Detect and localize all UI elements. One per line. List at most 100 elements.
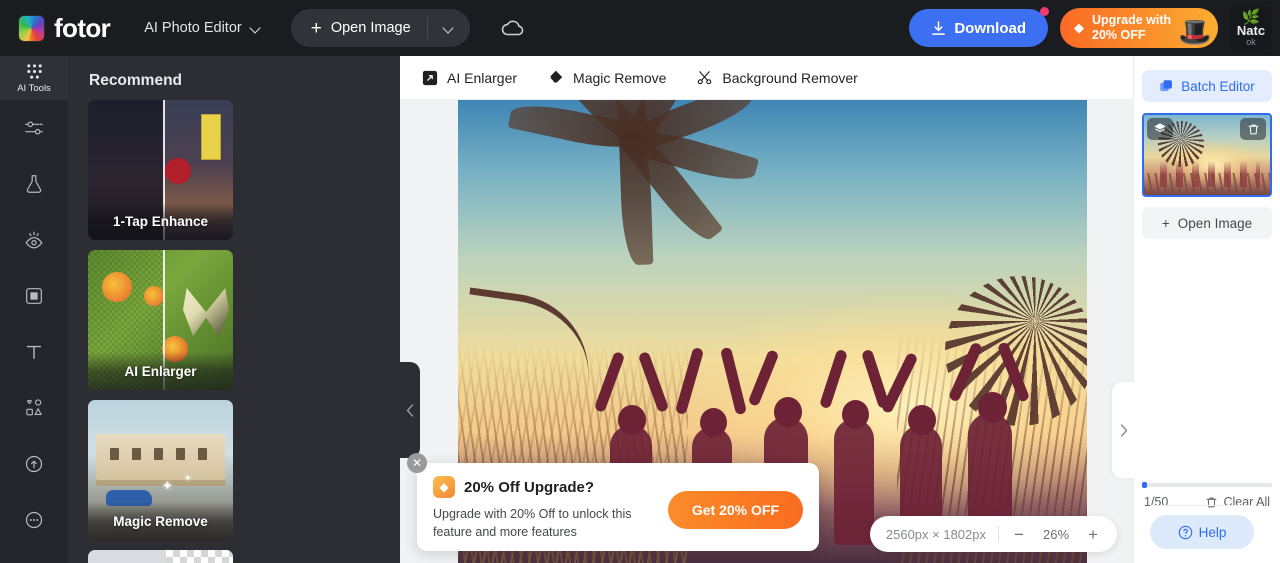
tool-label: Background Remover — [722, 69, 858, 86]
cloud-icon[interactable] — [500, 19, 526, 37]
help-button[interactable]: Help — [1150, 505, 1254, 549]
close-icon[interactable]: ✕ — [407, 453, 427, 473]
leaf-avatar-icon: 🌿 — [1241, 8, 1261, 26]
sidebar-item-upload[interactable] — [0, 436, 68, 492]
collapse-left-panel-handle[interactable] — [400, 362, 420, 458]
account-avatar[interactable]: 🌿 Natc ok — [1230, 6, 1272, 50]
layers-icon[interactable] — [1147, 118, 1173, 140]
upgrade-promo-popup: ✕ ◆ 20% Off Upgrade? Upgrade with 20% Of… — [407, 453, 819, 551]
account-name: Natc — [1236, 22, 1266, 38]
open-image-button-panel[interactable]: + Open Image — [1142, 207, 1272, 239]
dancer-head — [700, 408, 727, 437]
download-arrow-icon — [932, 20, 946, 35]
footer-divider — [1150, 505, 1254, 506]
transparency-checker — [166, 550, 233, 563]
plus-icon: + — [1161, 215, 1170, 231]
frame-square-icon — [26, 288, 42, 304]
download-button[interactable]: Download — [909, 7, 1049, 47]
card-background-remover[interactable]: Background Remover — [88, 550, 233, 563]
batch-editor-button[interactable]: Batch Editor — [1142, 70, 1272, 102]
card-label: AI Enlarger — [88, 352, 233, 390]
tool-ai-enlarger[interactable]: AI Enlarger — [422, 70, 517, 86]
sidebar-item-frame[interactable] — [0, 268, 68, 324]
batch-scrollbar-thumb[interactable] — [1142, 482, 1147, 488]
upgrade-line-2: 20% OFF — [1092, 28, 1146, 42]
left-tool-rail: AI Tools — [0, 56, 68, 563]
open-image-button[interactable]: + Open Image — [290, 9, 470, 47]
sidebar-item-retouch[interactable] — [0, 212, 68, 268]
brand-logo[interactable]: fotor — [18, 14, 111, 42]
open-image-dropdown-toggle[interactable] — [428, 23, 470, 33]
open-image-label: Open Image — [1177, 215, 1253, 231]
canvas-toolbar: AI Enlarger Magic Remove Background Remo… — [400, 56, 1133, 100]
window-shape — [132, 448, 141, 460]
expand-arrows-icon — [422, 70, 438, 85]
sidebar-item-more[interactable] — [0, 492, 68, 548]
recommend-card-grid: 1-Tap Enhance AI Enlarger ✦ ✦ Magic Remo… — [68, 100, 400, 563]
dancer-head — [842, 400, 869, 429]
get-discount-button[interactable]: Get 20% OFF — [667, 491, 803, 529]
sidebar-item-effects[interactable] — [0, 156, 68, 212]
dancer-head — [978, 392, 1007, 423]
sidebar-item-adjust[interactable] — [0, 100, 68, 156]
tool-magic-remove[interactable]: Magic Remove — [547, 69, 666, 86]
flower-shape — [102, 272, 132, 302]
zoombar-divider — [998, 526, 999, 542]
more-dots-circle-icon — [25, 511, 43, 529]
open-image-label: Open Image — [330, 20, 411, 36]
question-circle-icon — [1178, 525, 1192, 539]
top-header-bar: fotor AI Photo Editor + Open Image Downl… — [0, 0, 1280, 56]
batch-editor-label: Batch Editor — [1181, 78, 1255, 94]
canvas-area[interactable]: 2560px × 1802px − 26% + ✕ ◆ 20% Off Upgr… — [400, 100, 1134, 563]
batch-count-label: 1/50 — [1144, 495, 1169, 509]
sparkle-icon: ✦ — [162, 478, 173, 493]
sidebar-item-ai-tools[interactable]: AI Tools — [0, 56, 68, 100]
flask-icon — [26, 175, 42, 193]
tool-background-remover[interactable]: Background Remover — [696, 69, 858, 86]
promo-title: 20% Off Upgrade? — [464, 478, 595, 496]
elements-shapes-icon — [26, 399, 42, 416]
fotor-app-window: fotor AI Photo Editor + Open Image Downl… — [0, 0, 1280, 563]
window-shape — [154, 448, 163, 460]
witch-hat-icon: 🎩 — [1178, 17, 1212, 47]
sidebar-item-text[interactable] — [0, 324, 68, 380]
card-1-tap-enhance[interactable]: 1-Tap Enhance — [88, 100, 233, 240]
app-mode-selector[interactable]: AI Photo Editor — [144, 20, 261, 36]
chevron-left-icon — [406, 403, 413, 417]
header-right-group: Download ◆ Upgrade with 20% OFF 🎩 🌿 Natc… — [909, 6, 1280, 50]
sidebar-item-elements[interactable] — [0, 380, 68, 436]
clear-all-button[interactable]: Clear All — [1205, 495, 1270, 509]
download-label: Download — [954, 19, 1026, 37]
zoom-out-button[interactable]: − — [1011, 526, 1027, 543]
dancer-head — [618, 405, 646, 435]
dancer-head — [774, 397, 802, 427]
open-image-main[interactable]: + Open Image — [291, 9, 427, 47]
fotor-color-wheel-icon — [18, 14, 45, 42]
batch-thumbnail[interactable] — [1142, 113, 1272, 197]
plus-icon: + — [310, 17, 322, 39]
adjust-sliders-icon — [25, 121, 43, 135]
help-label: Help — [1198, 524, 1227, 540]
upgrade-text: Upgrade with 20% OFF — [1092, 13, 1171, 43]
download-notification-dot — [1040, 7, 1049, 16]
collapse-right-panel-handle[interactable] — [1112, 382, 1134, 478]
chevron-down-icon — [444, 23, 454, 33]
panel-title: Recommend — [89, 72, 183, 89]
batch-panel: Batch Editor + Open Image 1/50 Clear All… — [1133, 56, 1280, 563]
diamond-icon: ◆ — [1074, 20, 1084, 35]
promo-description: Upgrade with 20% Off to unlock this feat… — [433, 507, 632, 539]
text-t-icon — [26, 345, 42, 360]
trash-icon[interactable] — [1240, 118, 1266, 140]
diamond-icon: ◆ — [433, 476, 455, 498]
butterfly-shape — [183, 288, 229, 336]
street-sign-shape — [201, 114, 221, 160]
card-magic-remove[interactable]: ✦ ✦ Magic Remove — [88, 400, 233, 540]
chevron-right-icon — [1120, 423, 1127, 437]
upgrade-button[interactable]: ◆ Upgrade with 20% OFF 🎩 — [1060, 8, 1218, 48]
building-shape — [96, 434, 225, 486]
scissors-icon — [698, 71, 712, 85]
dancer-arm — [747, 349, 780, 407]
card-ai-enlarger[interactable]: AI Enlarger — [88, 250, 233, 390]
zoom-in-button[interactable]: + — [1085, 526, 1101, 543]
batch-scrollbar[interactable] — [1142, 482, 1272, 488]
